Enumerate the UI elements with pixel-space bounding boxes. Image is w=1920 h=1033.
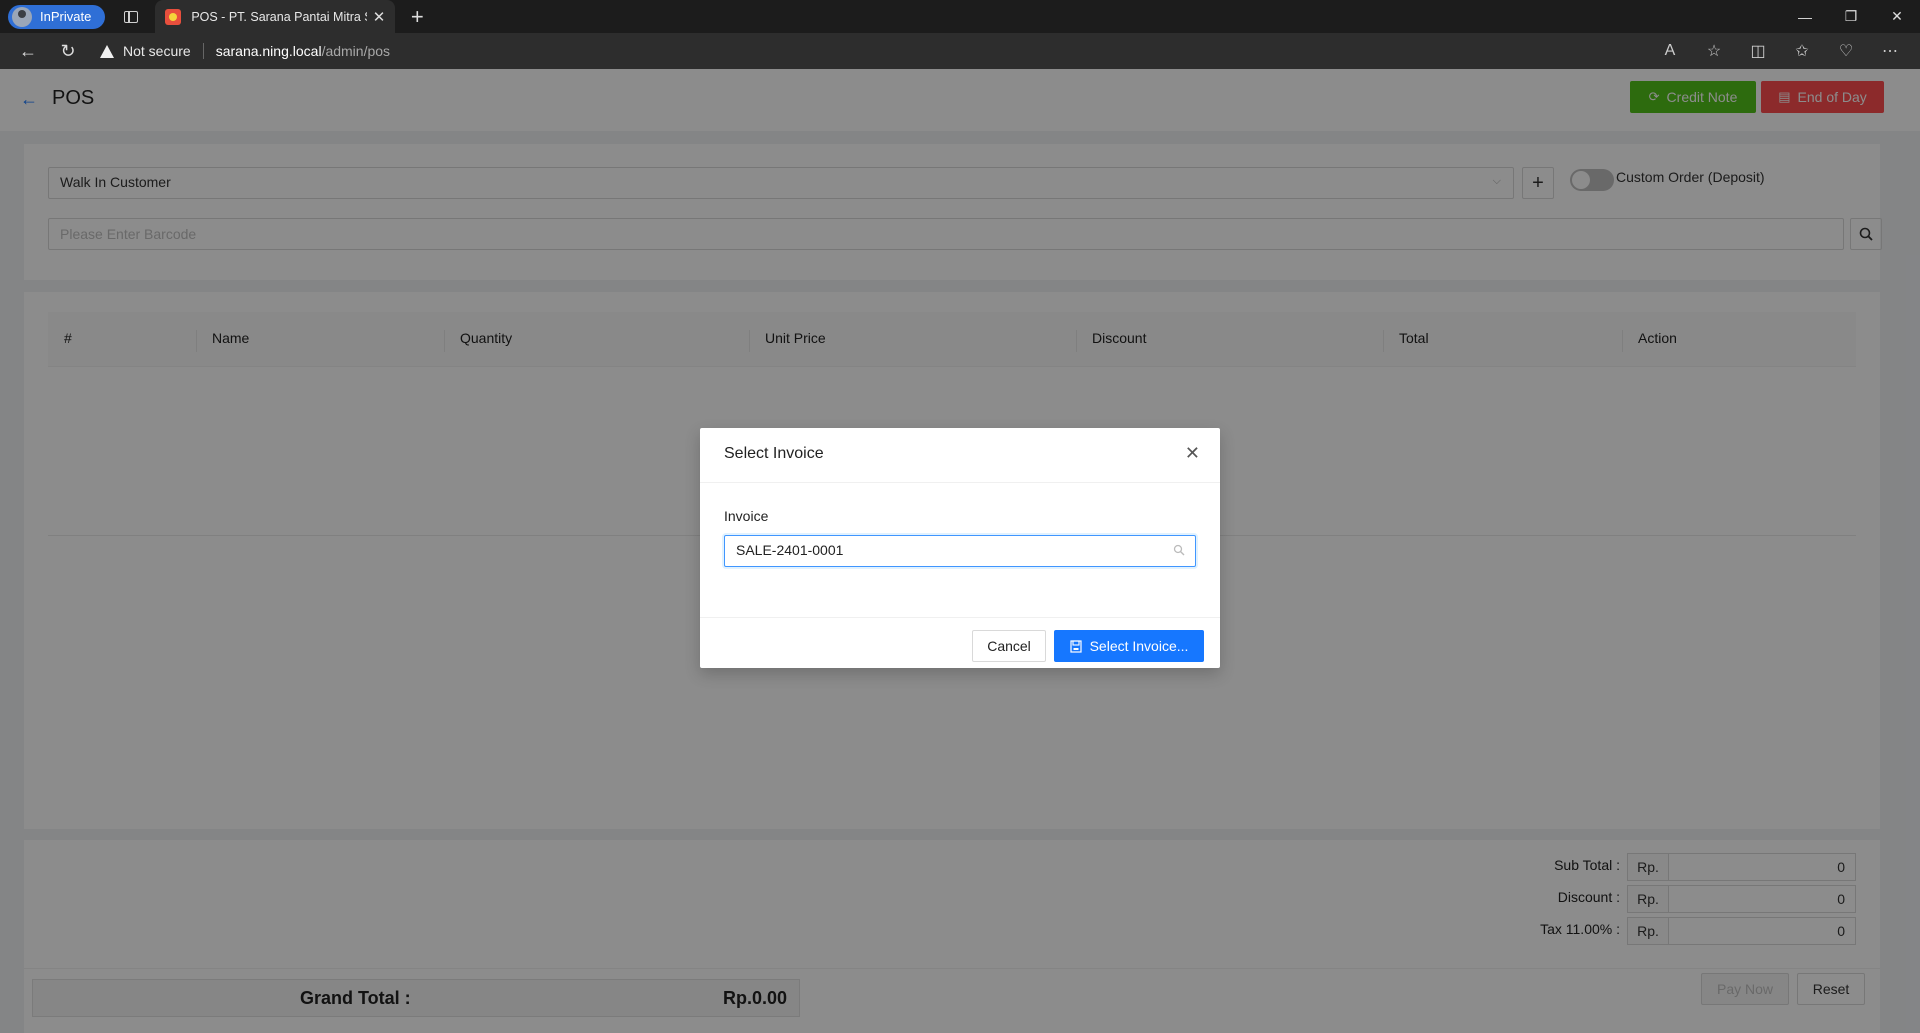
invoice-search-input[interactable]: SALE-2401-0001: [724, 535, 1196, 567]
select-invoice-modal: Select Invoice ✕ Invoice SALE-2401-0001 …: [700, 428, 1220, 668]
window-close-icon[interactable]: ✕: [1874, 0, 1920, 33]
select-invoice-button[interactable]: Select Invoice...: [1054, 630, 1204, 662]
search-icon: [1173, 544, 1185, 556]
profile-avatar-icon: [12, 6, 32, 27]
browser-titlebar: InPrivate POS - PT. Sarana Pantai Mitra …: [0, 0, 1920, 33]
favorites-icon[interactable]: ✩: [1780, 33, 1824, 69]
inprivate-badge[interactable]: InPrivate: [8, 4, 106, 29]
refresh-icon[interactable]: ↻: [48, 33, 88, 69]
browser-tab[interactable]: POS - PT. Sarana Pantai Mitra Se ✕: [155, 0, 396, 33]
close-icon[interactable]: ✕: [1185, 443, 1200, 464]
tab-close-icon[interactable]: ✕: [373, 8, 386, 26]
modal-title: Select Invoice: [724, 445, 824, 462]
cancel-button[interactable]: Cancel: [972, 630, 1046, 662]
url-host: sarana.ning.local: [215, 43, 322, 59]
tab-actions-icon[interactable]: [111, 0, 151, 33]
window-controls: — ❐ ✕: [1782, 0, 1920, 33]
security-label: Not secure: [123, 43, 191, 59]
browser-essentials-icon[interactable]: ♡: [1824, 33, 1868, 69]
modal-footer-divider: [700, 617, 1220, 618]
invoice-value: SALE-2401-0001: [736, 542, 844, 558]
minimize-icon[interactable]: —: [1782, 0, 1828, 33]
inprivate-label: InPrivate: [40, 9, 92, 24]
read-aloud-icon[interactable]: A: [1648, 33, 1692, 69]
invoice-field-label: Invoice: [724, 508, 769, 524]
more-menu-icon[interactable]: ⋯: [1868, 33, 1912, 69]
browser-tools: A ☆ ◫ ✩ ♡ ⋯: [1648, 33, 1912, 69]
site-favicon-icon: [165, 8, 182, 25]
favorite-star-icon[interactable]: ☆: [1692, 33, 1736, 69]
pos-page: ← POS ⟳ Credit Note ▤ End of Day Walk In…: [0, 69, 1920, 1033]
address-bar[interactable]: Not secure sarana.ning.local /admin/pos: [100, 37, 1648, 65]
save-icon: [1069, 639, 1082, 653]
tab-title: POS - PT. Sarana Pantai Mitra Se: [191, 9, 367, 24]
browser-toolbar: ← ↻ Not secure sarana.ning.local /admin/…: [0, 33, 1920, 69]
address-divider: [202, 43, 204, 59]
split-screen-icon[interactable]: ◫: [1736, 33, 1780, 69]
restore-icon[interactable]: ❐: [1828, 0, 1874, 33]
modal-header: Select Invoice ✕: [700, 428, 1220, 483]
url-path: /admin/pos: [321, 43, 391, 59]
warning-icon: [100, 44, 114, 58]
new-tab-icon[interactable]: +: [403, 4, 431, 30]
back-icon[interactable]: ←: [8, 33, 48, 69]
select-invoice-label: Select Invoice...: [1089, 638, 1189, 654]
